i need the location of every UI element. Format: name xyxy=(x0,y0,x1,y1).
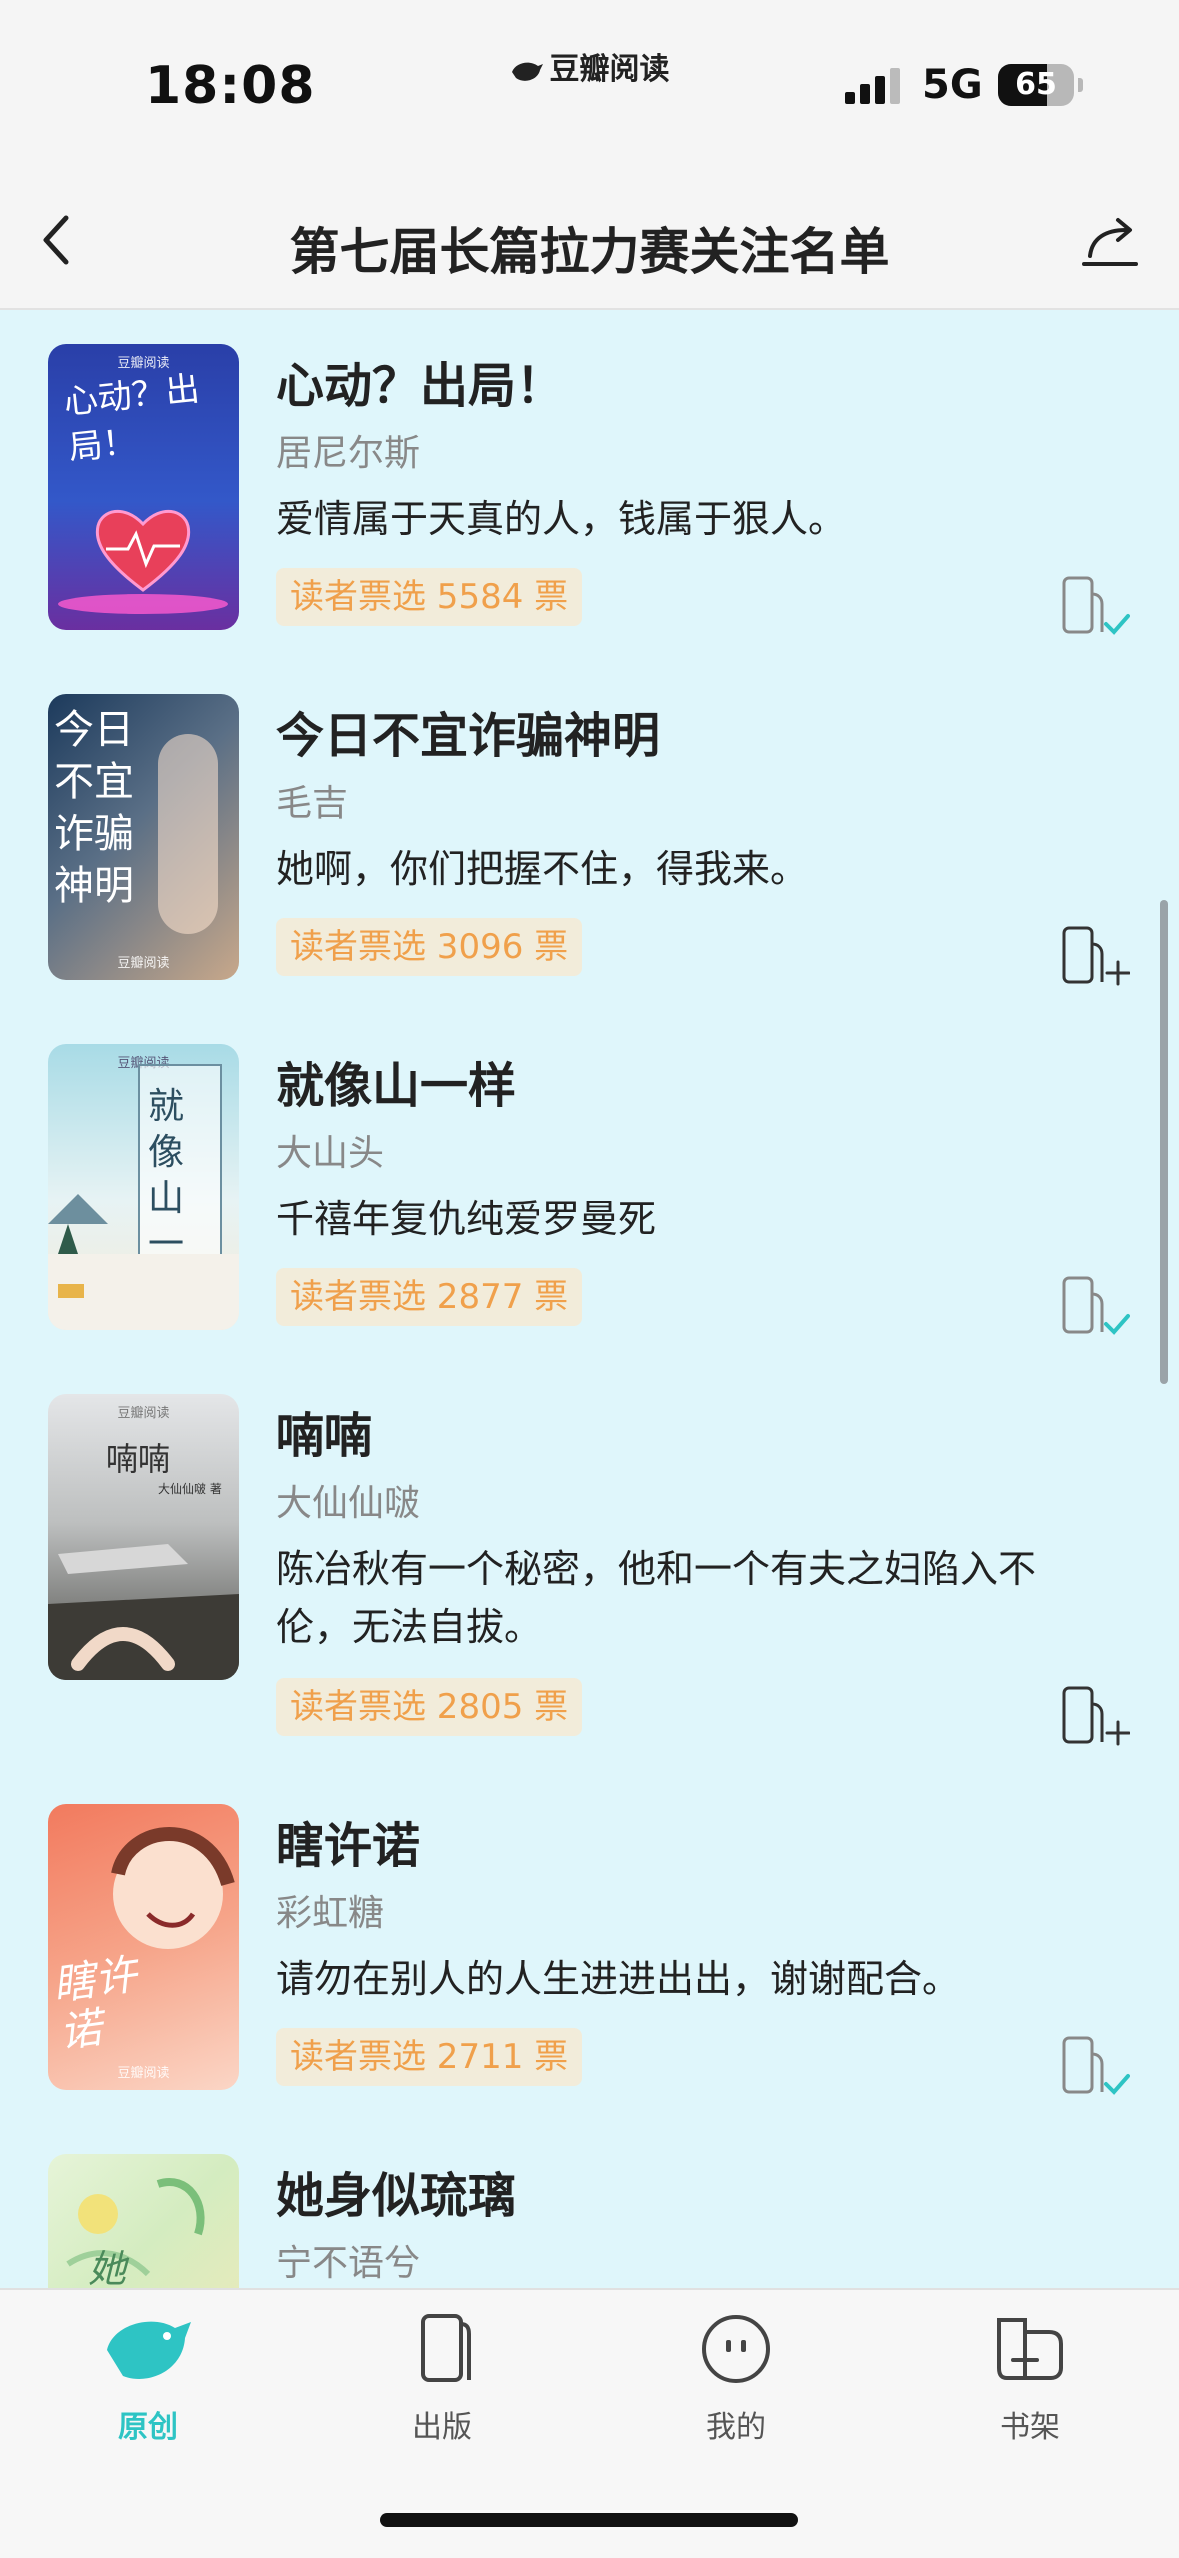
shelf-icon xyxy=(997,2318,1063,2380)
bookshelf-added-icon[interactable] xyxy=(1062,574,1130,636)
tab-original[interactable]: 原创 xyxy=(58,2310,238,2460)
book-description: 她啊，你们把握不住，得我来。 xyxy=(276,847,809,891)
tab-bookshelf[interactable]: 书架 xyxy=(940,2310,1120,2460)
cover-hand xyxy=(158,734,218,934)
book-cover[interactable]: 瞎许诺 豆瓣阅读 xyxy=(48,1804,239,2090)
add-to-bookshelf-icon[interactable] xyxy=(1062,924,1130,986)
vote-badge: 读者票选 2877 票 xyxy=(276,1268,583,1326)
tab-label: 出版 xyxy=(412,2410,472,2445)
cover-mountain xyxy=(48,1194,239,1330)
top-bar: 18:08 豆瓣阅读 5G 65 第七届长篇拉力赛关注名单 xyxy=(0,0,1179,310)
face-icon xyxy=(702,2315,770,2383)
book-title[interactable]: 就像山一样 xyxy=(276,1046,516,1116)
list-item[interactable]: 豆瓣阅读 喃喃 大仙仙啵 著 喃喃 大仙仙啵 陈冶秋有一个秘密，他和一个有夫之妇… xyxy=(0,1394,1179,1754)
book-title[interactable]: 喃喃 xyxy=(276,1396,372,1466)
tab-label: 我的 xyxy=(706,2410,766,2445)
cover-logo: 豆瓣阅读 xyxy=(117,1406,170,1421)
book-title[interactable]: 瞎许诺 xyxy=(276,1806,420,1876)
list-item[interactable]: 她 她身似琉璃 宁不语兮 xyxy=(0,2154,1179,2288)
book-title[interactable]: 她身似琉璃 xyxy=(276,2156,516,2226)
cover-logo: 豆瓣阅读 xyxy=(117,2066,170,2081)
cover-girl-face xyxy=(111,1827,235,1949)
cover-title: 瞎许诺 xyxy=(49,1949,140,2058)
heart-icon xyxy=(95,509,191,592)
battery-percent: 65 xyxy=(1015,67,1057,102)
cover-title: 今日不宜诈骗神明 xyxy=(54,707,134,909)
home-indicator[interactable] xyxy=(380,2513,798,2527)
book-author[interactable]: 居尼尔斯 xyxy=(276,424,420,476)
share-icon[interactable] xyxy=(1080,212,1140,272)
cover-title: 喃喃 xyxy=(106,1440,171,1478)
book-title[interactable]: 今日不宜诈骗神明 xyxy=(276,696,660,766)
tab-mine[interactable]: 我的 xyxy=(646,2310,826,2460)
book-author[interactable]: 宁不语兮 xyxy=(276,2234,420,2286)
book-title[interactable]: 心动？出局！ xyxy=(276,346,564,416)
tab-label: 原创 xyxy=(118,2410,178,2445)
douban-bird-icon xyxy=(511,62,543,81)
battery-tip xyxy=(1078,78,1083,92)
app-brand-label: 豆瓣阅读 xyxy=(549,52,670,87)
book-description: 陈冶秋有一个秘密，他和一个有夫之妇陷入不伦，无法自拔。 xyxy=(276,1547,1037,1649)
book-description: 请勿在别人的人生进进出出，谢谢配合。 xyxy=(276,1957,961,2001)
book-author[interactable]: 大山头 xyxy=(276,1124,384,1176)
book-author[interactable]: 彩虹糖 xyxy=(276,1884,384,1936)
book-cover[interactable]: 豆瓣阅读 就像山一样 xyxy=(48,1044,239,1330)
vote-badge: 读者票选 2805 票 xyxy=(276,1678,583,1736)
network-type: 5G xyxy=(922,62,983,108)
book-list: 豆瓣阅读 心动？出局！ 心动？出局！ 居尼尔斯 爱情属于天真的人，钱属于狠人。 … xyxy=(0,310,1179,2288)
book-cover[interactable]: 豆瓣阅读 心动？出局！ xyxy=(48,344,239,630)
cover-author: 大仙仙啵 著 xyxy=(158,1482,222,1496)
vote-badge: 读者票选 2711 票 xyxy=(276,2028,583,2086)
book-cover[interactable]: 今日不宜诈骗神明 豆瓣阅读 xyxy=(48,694,239,980)
cover-logo: 豆瓣阅读 xyxy=(117,956,170,971)
tab-publish[interactable]: 出版 xyxy=(352,2310,532,2460)
book-icon xyxy=(421,2314,471,2382)
cover-leaves xyxy=(66,2178,205,2277)
cover-title: 她 xyxy=(88,2247,127,2288)
book-author[interactable]: 大仙仙啵 xyxy=(276,1474,420,1526)
bookshelf-added-icon[interactable] xyxy=(1062,2034,1130,2096)
book-description: 爱情属于天真的人，钱属于狠人。 xyxy=(276,497,847,541)
battery-icon: 65 xyxy=(998,64,1074,106)
book-cover[interactable]: 豆瓣阅读 喃喃 大仙仙啵 著 xyxy=(48,1394,239,1680)
list-item[interactable]: 豆瓣阅读 心动？出局！ 心动？出局！ 居尼尔斯 爱情属于天真的人，钱属于狠人。 … xyxy=(0,344,1179,644)
list-item[interactable]: 瞎许诺 豆瓣阅读 瞎许诺 彩虹糖 请勿在别人的人生进进出出，谢谢配合。 读者票选… xyxy=(0,1804,1179,2104)
cover-scene xyxy=(48,1544,239,1680)
list-item[interactable]: 豆瓣阅读 就像山一样 就像山一样 大山头 千禧年复仇纯爱罗曼死 读者票选 287… xyxy=(0,1044,1179,1344)
book-description: 千禧年复仇纯爱罗曼死 xyxy=(276,1197,657,1241)
bird-icon xyxy=(107,2321,191,2379)
bookshelf-added-icon[interactable] xyxy=(1062,1274,1130,1336)
vote-badge: 读者票选 5584 票 xyxy=(276,568,583,626)
scrollbar[interactable] xyxy=(1160,900,1168,1384)
vote-badge: 读者票选 3096 票 xyxy=(276,918,583,976)
book-cover[interactable]: 她 xyxy=(48,2154,239,2288)
page-title: 第七届长篇拉力赛关注名单 xyxy=(289,223,890,281)
list-item[interactable]: 今日不宜诈骗神明 豆瓣阅读 今日不宜诈骗神明 毛吉 她啊，你们把握不住，得我来。… xyxy=(0,694,1179,994)
cover-glow xyxy=(58,594,228,614)
book-author[interactable]: 毛吉 xyxy=(276,774,348,826)
tab-label: 书架 xyxy=(1000,2410,1060,2445)
signal-icon xyxy=(845,68,900,104)
cover-title: 心动？出局！ xyxy=(61,368,202,469)
add-to-bookshelf-icon[interactable] xyxy=(1062,1684,1130,1746)
